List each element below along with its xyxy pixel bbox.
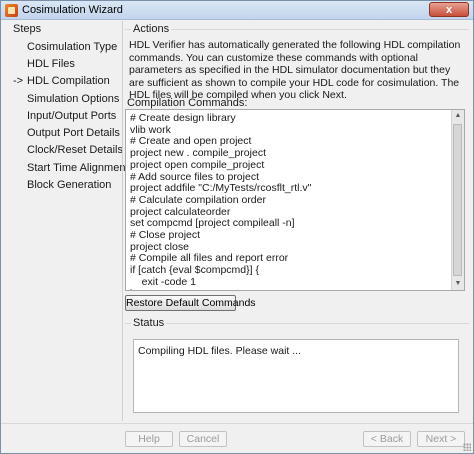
- resize-grip-icon[interactable]: [463, 443, 471, 451]
- step-clock-reset-details[interactable]: Clock/Reset Details: [27, 144, 123, 156]
- step-output-port-details[interactable]: Output Port Details: [27, 127, 120, 139]
- title-bar: Cosimulation Wizard x: [1, 1, 473, 20]
- scroll-down-arrow-icon[interactable]: ▼: [452, 278, 464, 290]
- window-title: Cosimulation Wizard: [22, 4, 123, 16]
- status-group-border: [125, 323, 469, 324]
- scroll-up-arrow-icon[interactable]: ▲: [452, 110, 464, 122]
- back-button[interactable]: < Back: [363, 431, 411, 447]
- step-cosimulation-type[interactable]: Cosimulation Type: [27, 41, 117, 53]
- steps-pane: Steps Cosimulation Type HDL Files -> HDL…: [5, 23, 129, 421]
- actions-group-border: [125, 29, 469, 30]
- cancel-button[interactable]: Cancel: [179, 431, 227, 447]
- steps-header: Steps: [13, 23, 42, 35]
- compilation-commands-text[interactable]: # Create design library vlib work # Crea…: [130, 112, 311, 290]
- actions-group: Actions HDL Verifier has automatically g…: [125, 23, 469, 101]
- pane-divider[interactable]: [122, 21, 123, 421]
- status-group: Status Compiling HDL files. Please wait …: [125, 315, 469, 421]
- matlab-app-icon: [5, 3, 18, 17]
- step-block-generation[interactable]: Block Generation: [27, 179, 111, 191]
- close-button[interactable]: x: [429, 2, 469, 17]
- step-start-time-alignment[interactable]: Start Time Alignment: [27, 162, 129, 174]
- actions-description: HDL Verifier has automatically generated…: [129, 39, 461, 101]
- step-input-output-ports[interactable]: Input/Output Ports: [27, 110, 116, 122]
- step-simulation-options[interactable]: Simulation Options: [27, 93, 119, 105]
- compilation-commands-editor[interactable]: # Create design library vlib work # Crea…: [125, 109, 465, 291]
- help-button[interactable]: Help: [125, 431, 173, 447]
- cosimulation-wizard-window: Cosimulation Wizard x Steps Cosimulation…: [0, 0, 474, 454]
- current-step-marker: ->: [13, 75, 24, 87]
- next-button[interactable]: Next >: [417, 431, 465, 447]
- status-message: Compiling HDL files. Please wait ...: [138, 345, 302, 357]
- commands-scrollbar[interactable]: ▲ ▼: [451, 110, 464, 290]
- button-bar-separator: [1, 423, 473, 424]
- actions-title: Actions: [131, 23, 172, 35]
- status-title: Status: [131, 317, 167, 329]
- compilation-commands-label: Compilation Commands:: [127, 97, 248, 109]
- status-output-box: Compiling HDL files. Please wait ...: [133, 339, 459, 413]
- restore-default-commands-button[interactable]: Restore Default Commands: [125, 295, 256, 311]
- step-hdl-compilation[interactable]: HDL Compilation: [27, 75, 110, 87]
- scrollbar-thumb[interactable]: [453, 124, 462, 276]
- step-hdl-files[interactable]: HDL Files: [27, 58, 75, 70]
